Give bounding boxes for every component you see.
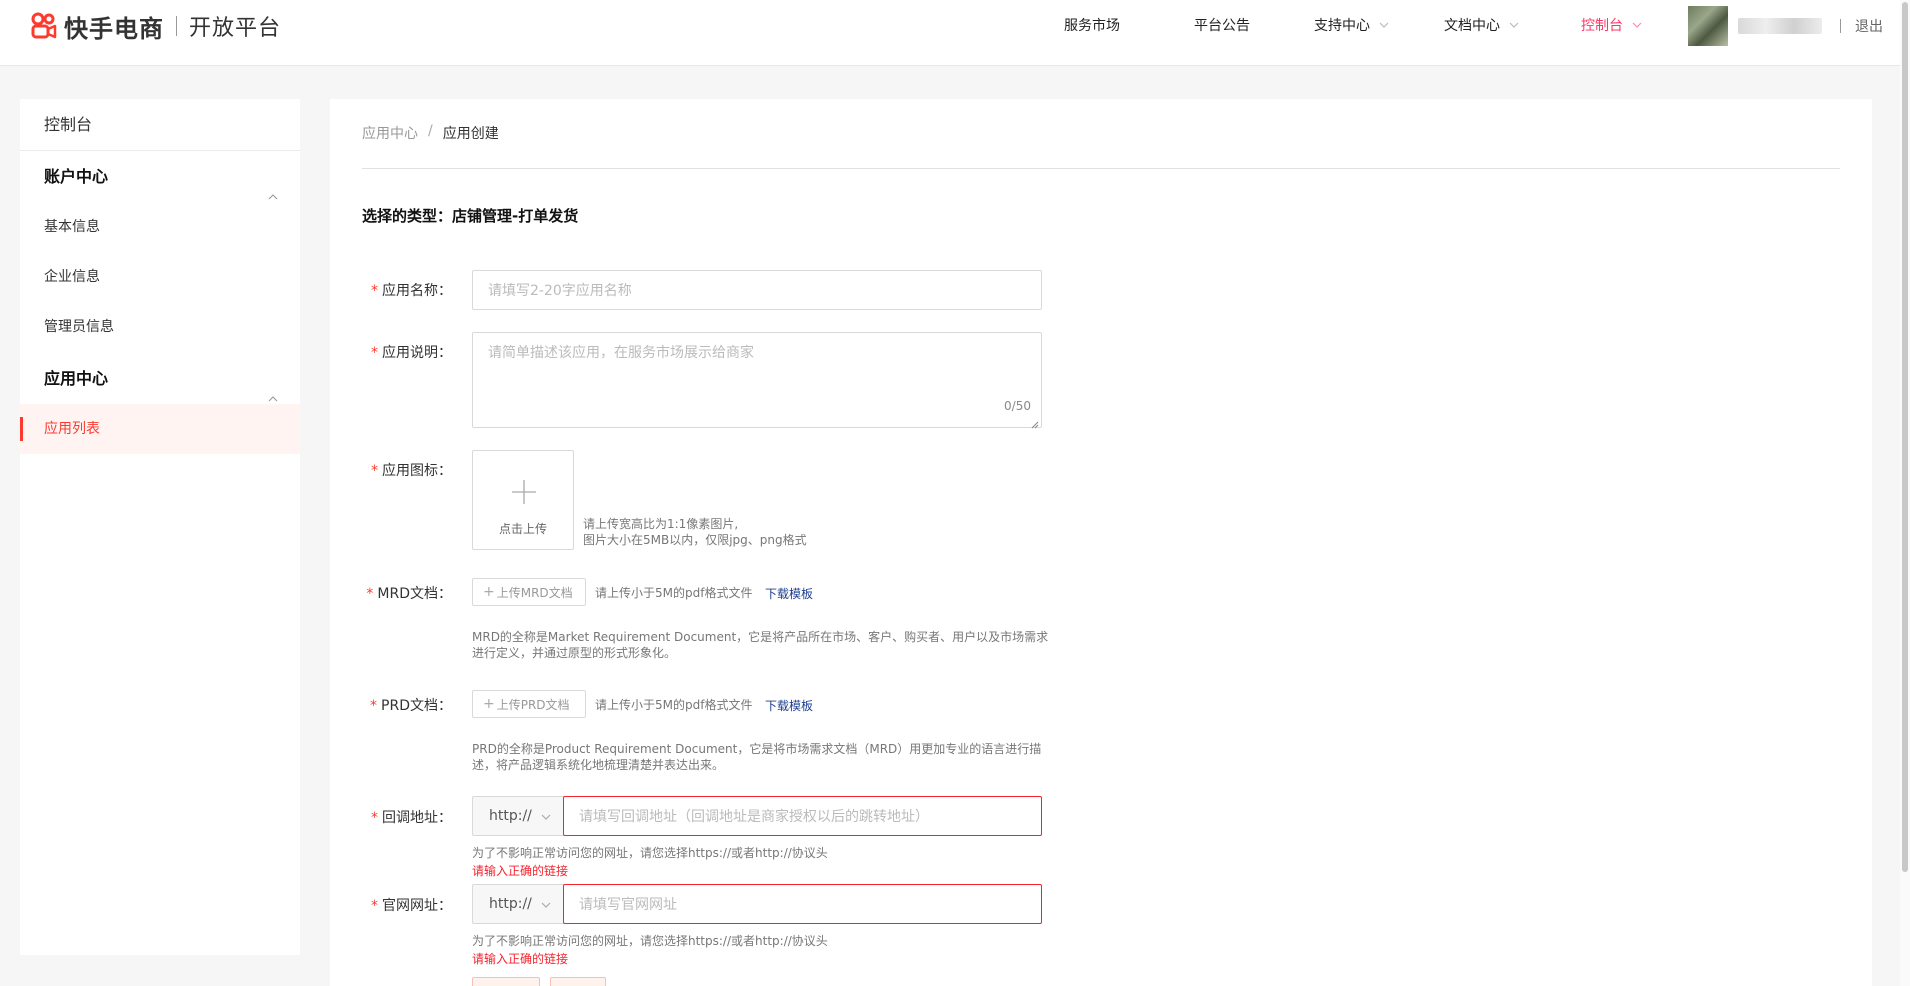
mrd-download-template-link[interactable]: 下载模板 xyxy=(765,585,813,602)
chevron-up-icon xyxy=(268,374,278,402)
logo[interactable]: 快手电商 开放平台 xyxy=(28,10,282,43)
nav-label: 服务市场 xyxy=(1064,18,1120,34)
placeholder: 请填写回调地址（回调地址是商家授权以后的跳转地址） xyxy=(579,809,929,825)
resize-handle-icon[interactable] xyxy=(1031,417,1039,429)
sidebar-group-account[interactable]: 账户中心 xyxy=(20,152,300,202)
username-blurred xyxy=(1738,18,1822,34)
placeholder: 请填写官网网址 xyxy=(579,897,677,913)
mrd-desc-line2: 进行定义，并通过原型的形式形象化。 xyxy=(472,646,677,660)
app-desc-textarea[interactable]: 请简单描述该应用，在服务市场展示给商家 0/50 xyxy=(472,332,1042,429)
website-error: 请输入正确的链接 xyxy=(472,952,569,966)
placeholder: 请填写2-20字应用名称 xyxy=(488,283,632,299)
nav-label: 平台公告 xyxy=(1194,18,1250,34)
upload-mrd-button[interactable]: + 上传MRD文档 xyxy=(472,578,586,606)
select-value: http:// xyxy=(489,896,532,912)
select-value: http:// xyxy=(489,808,532,824)
chevron-up-icon xyxy=(268,172,278,200)
icon-hint-line2: 图片大小在5MB以内，仅限jpg、png格式 xyxy=(583,533,807,547)
app-desc-label: * 应用说明： xyxy=(371,345,452,361)
sidebar-item-label: 管理员信息 xyxy=(44,319,114,335)
top-header: 快手电商 开放平台 服务市场 平台公告 支持中心 文档中心 控制台 退出 xyxy=(0,0,1900,66)
sidebar: 控制台 账户中心 基本信息 企业信息 管理员信息 应用中心 应用列表 xyxy=(20,99,300,955)
brand-name: 快手电商 xyxy=(64,14,164,43)
breadcrumb-app-center[interactable]: 应用中心 xyxy=(362,123,418,143)
sidebar-item-admin-info[interactable]: 管理员信息 xyxy=(20,302,300,352)
sidebar-item-label: 基本信息 xyxy=(44,219,100,235)
breadcrumb-current: 应用创建 xyxy=(442,126,499,142)
nav-docs-center[interactable]: 文档中心 xyxy=(1444,0,1520,50)
icon-hint-line1: 请上传宽高比为1:1像素图片, xyxy=(583,517,739,531)
callback-error: 请输入正确的链接 xyxy=(472,864,569,878)
mrd-desc-line1: MRD的全称是Market Requirement Document，它是将产品… xyxy=(472,630,1049,644)
scrollbar-thumb[interactable] xyxy=(1902,2,1908,872)
user-menu[interactable]: 退出 xyxy=(1688,4,1883,48)
chevron-down-icon xyxy=(540,899,552,911)
selected-type: 选择的类型：店铺管理-打单发货 xyxy=(362,207,579,225)
nav-console[interactable]: 控制台 xyxy=(1581,0,1643,50)
sidebar-group-app-center[interactable]: 应用中心 xyxy=(20,354,300,404)
cancel-button-partial[interactable] xyxy=(550,977,606,986)
breadcrumb: 应用中心 / 应用创建 xyxy=(362,123,499,143)
website-url-input[interactable]: 请填写官网网址 xyxy=(563,884,1042,924)
nav-service-market[interactable]: 服务市场 xyxy=(1064,0,1120,50)
nav-label: 文档中心 xyxy=(1444,18,1500,34)
breadcrumb-separator: / xyxy=(428,123,433,139)
app-name-label: * 应用名称： xyxy=(371,283,452,299)
sidebar-item-basic-info[interactable]: 基本信息 xyxy=(20,202,300,252)
app-icon-label: * 应用图标： xyxy=(371,463,452,479)
upload-prd-button[interactable]: + 上传PRD文档 xyxy=(472,690,586,718)
callback-hint: 为了不影响正常访问您的网址，请您选择https://或者http://协议头 xyxy=(472,846,828,860)
callback-protocol-select[interactable]: http:// xyxy=(472,796,564,836)
main-panel: 应用中心 / 应用创建 选择的类型：店铺管理-打单发货 * 应用名称： 请填写2-… xyxy=(330,99,1872,986)
char-counter: 0/50 xyxy=(1004,399,1031,413)
group-label: 应用中心 xyxy=(44,369,109,388)
button-label: 上传PRD文档 xyxy=(496,697,570,712)
prd-label: * PRD文档： xyxy=(370,698,452,714)
nav-label: 控制台 xyxy=(1581,18,1623,34)
callback-label: * 回调地址： xyxy=(371,810,452,826)
page-scrollbar[interactable] xyxy=(1900,0,1910,986)
submit-button-partial[interactable] xyxy=(472,977,540,986)
callback-url-input[interactable]: 请填写回调地址（回调地址是商家授权以后的跳转地址） xyxy=(563,796,1042,836)
upload-text: 点击上传 xyxy=(498,522,547,536)
mrd-label: * MRD文档： xyxy=(366,586,452,602)
plus-icon: + xyxy=(483,696,495,712)
chevron-down-icon xyxy=(1631,19,1643,31)
mrd-hint: 请上传小于5M的pdf格式文件 xyxy=(595,586,753,600)
sidebar-item-label: 企业信息 xyxy=(44,269,100,285)
platform-name: 开放平台 xyxy=(189,16,282,41)
nav-support-center[interactable]: 支持中心 xyxy=(1314,0,1390,50)
chevron-down-icon xyxy=(1508,19,1520,31)
plus-icon: + xyxy=(483,584,495,600)
prd-hint: 请上传小于5M的pdf格式文件 xyxy=(595,698,753,712)
divider xyxy=(362,168,1840,169)
app-name-input[interactable]: 请填写2-20字应用名称 xyxy=(472,270,1042,310)
sidebar-item-app-list[interactable]: 应用列表 xyxy=(20,404,300,454)
website-protocol-select[interactable]: http:// xyxy=(472,884,564,924)
logo-divider xyxy=(176,16,177,36)
button-label: 上传MRD文档 xyxy=(496,585,573,600)
sidebar-title: 控制台 xyxy=(20,99,300,151)
user-divider xyxy=(1840,19,1841,33)
placeholder: 请简单描述该应用，在服务市场展示给商家 xyxy=(488,345,754,361)
group-label: 账户中心 xyxy=(44,167,109,186)
sidebar-item-company-info[interactable]: 企业信息 xyxy=(20,252,300,302)
nav-announcements[interactable]: 平台公告 xyxy=(1194,0,1250,50)
sidebar-item-label: 应用列表 xyxy=(44,421,100,437)
chevron-down-icon xyxy=(540,811,552,823)
nav-label: 支持中心 xyxy=(1314,18,1370,34)
prd-desc-line2: 述，将产品逻辑系统化地梳理清楚并表达出来。 xyxy=(472,758,725,772)
logout-link[interactable]: 退出 xyxy=(1855,16,1883,36)
prd-download-template-link[interactable]: 下载模板 xyxy=(765,697,813,714)
chevron-down-icon xyxy=(1378,19,1390,31)
avatar[interactable] xyxy=(1688,6,1728,46)
icon-upload-box[interactable]: 点击上传 xyxy=(472,450,574,550)
kuaishou-logo-icon xyxy=(28,11,58,41)
website-label: * 官网网址： xyxy=(371,898,452,914)
plus-icon xyxy=(511,479,537,505)
website-hint: 为了不影响正常访问您的网址，请您选择https://或者http://协议头 xyxy=(472,934,828,948)
prd-desc-line1: PRD的全称是Product Requirement Document，它是将市… xyxy=(472,742,1042,756)
